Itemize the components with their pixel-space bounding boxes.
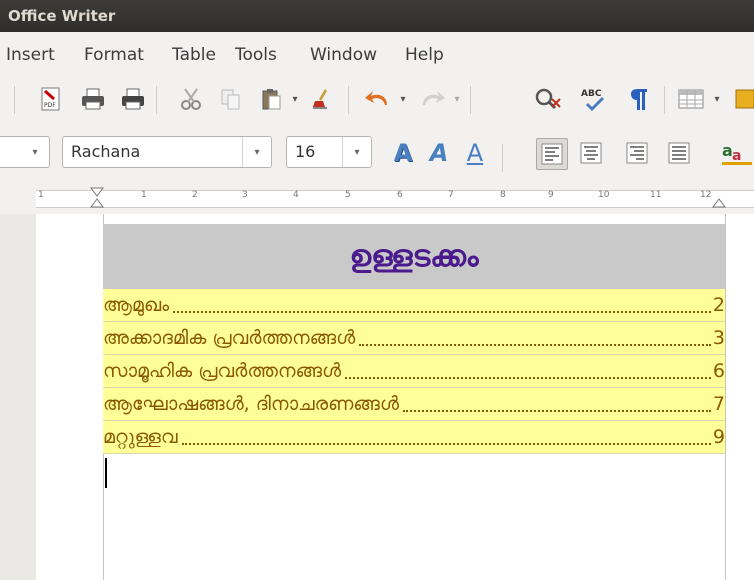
chevron-down-icon[interactable]: ▾ <box>342 137 371 167</box>
svg-text:a: a <box>732 148 741 164</box>
print-preview-icon[interactable] <box>118 84 148 114</box>
paste-icon[interactable] <box>256 84 286 114</box>
toolbar-separator <box>470 86 471 114</box>
pdf-icon[interactable]: PDF <box>36 84 66 114</box>
copy-icon[interactable] <box>216 84 246 114</box>
font-name-combo[interactable]: Rachana ▾ <box>62 136 272 168</box>
toc-entry[interactable]: സാമൂഹിക പ്രവർത്തനങ്ങൾ 6 <box>103 355 725 388</box>
toc-entry[interactable]: മറ്റുള്ളവ 9 <box>103 421 725 454</box>
ruler-number: 9 <box>548 190 554 200</box>
font-size-value: 16 <box>295 142 316 161</box>
image-icon[interactable] <box>734 84 754 114</box>
title-bar: Office Writer <box>0 0 754 32</box>
toc-leader-dots <box>173 297 711 313</box>
window-title: Office Writer <box>8 7 116 25</box>
document-area[interactable]: ഉള്ളടക്കം ആമുഖം 2 അക്കാദമിക പ്രവർത്തനങ്ങ… <box>0 214 754 580</box>
toc-entry-page: 2 <box>712 294 725 316</box>
toc-entry-label: സാമൂഹിക പ്രവർത്തനങ്ങൾ <box>103 360 344 382</box>
table-icon[interactable] <box>676 84 706 114</box>
toolbar-separator <box>14 86 15 114</box>
menu-window[interactable]: Window <box>310 45 377 65</box>
toc-entry-label: അക്കാദമിക പ്രവർത്തനങ്ങൾ <box>103 327 358 349</box>
table-of-contents[interactable]: ആമുഖം 2 അക്കാദമിക പ്രവർത്തനങ്ങൾ 3 സാമൂഹി… <box>103 289 725 454</box>
align-right-icon[interactable] <box>622 138 652 168</box>
ruler-number: 1 <box>38 190 44 200</box>
toc-entry[interactable]: ആമുഖം 2 <box>103 289 725 322</box>
toc-heading[interactable]: ഉള്ളടക്കം <box>103 224 725 289</box>
ruler-number: 1 <box>141 190 147 200</box>
toolbar-separator <box>664 86 665 114</box>
menu-tools[interactable]: Tools <box>235 45 277 65</box>
dropdown-arrow-icon[interactable]: ▾ <box>286 84 304 114</box>
toc-leader-dots <box>181 429 711 445</box>
toc-entry-page: 6 <box>712 360 725 382</box>
toc-leader-dots <box>345 363 711 379</box>
ruler-number: 5 <box>345 190 351 200</box>
spellcheck-icon[interactable]: ABC <box>578 84 608 114</box>
pilcrow-icon[interactable] <box>624 84 654 114</box>
chevron-down-icon[interactable]: ▾ <box>242 137 271 167</box>
italic-button[interactable]: A <box>424 138 454 168</box>
toc-entry-label: ആഘോഷങ്ങൾ, ദിനാചരണങ്ങൾ <box>103 393 401 415</box>
ruler-number: 11 <box>650 190 662 200</box>
menu-bar: Insert Format Table Tools Window Help <box>0 32 754 78</box>
undo-icon[interactable] <box>362 84 392 114</box>
ruler-number: 2 <box>192 190 198 200</box>
font-color-icon[interactable]: aa <box>722 138 752 168</box>
toc-entry[interactable]: ആഘോഷങ്ങൾ, ദിനാചരണങ്ങൾ 7 <box>103 388 725 421</box>
standard-toolbar: PDF ▾ ▾ ▾ ABC ▾ <box>0 78 754 124</box>
toc-entry-page: 3 <box>712 327 725 349</box>
menu-help[interactable]: Help <box>405 45 444 65</box>
toc-heading-text: ഉള്ളടക്കം <box>349 239 479 274</box>
menu-insert[interactable]: Insert <box>6 45 55 65</box>
align-center-icon[interactable] <box>576 138 606 168</box>
bold-button[interactable]: A <box>388 138 418 168</box>
toc-entry-label: ആമുഖം <box>103 294 172 316</box>
menu-table[interactable]: Table <box>172 45 216 65</box>
toolbar-separator <box>156 86 157 114</box>
toc-entry-label: മറ്റുള്ളവ <box>103 426 180 448</box>
ruler-number: 12 <box>700 190 712 200</box>
ruler-number: 8 <box>500 190 506 200</box>
menu-format[interactable]: Format <box>84 45 144 65</box>
font-name-value: Rachana <box>71 142 141 161</box>
right-indent-marker-icon[interactable] <box>712 187 726 209</box>
formatting-toolbar: ▾ Rachana ▾ 16 ▾ A A A aa <box>0 124 754 182</box>
redo-icon[interactable] <box>418 84 448 114</box>
text-cursor <box>105 458 107 488</box>
ruler-number: 3 <box>242 190 248 200</box>
toc-leader-dots <box>402 396 711 412</box>
dropdown-arrow-icon[interactable]: ▾ <box>708 84 726 114</box>
toc-entry-page: 7 <box>712 393 725 415</box>
ruler-number: 6 <box>397 190 403 200</box>
toolbar-separator <box>348 86 349 114</box>
font-size-combo[interactable]: 16 ▾ <box>286 136 372 168</box>
indent-marker-icon[interactable] <box>90 187 104 209</box>
print-icon[interactable] <box>78 84 108 114</box>
chevron-down-icon[interactable]: ▾ <box>21 137 49 167</box>
ruler-number: 7 <box>448 190 454 200</box>
page-margin-right <box>725 214 726 580</box>
dropdown-arrow-icon[interactable]: ▾ <box>394 84 412 114</box>
toolbar-separator <box>502 144 503 172</box>
ruler-number: 10 <box>598 190 610 200</box>
find-icon[interactable] <box>534 84 564 114</box>
toc-leader-dots <box>359 330 711 346</box>
justify-icon[interactable] <box>664 138 694 168</box>
horizontal-ruler[interactable]: 1 1 2 3 4 5 6 7 8 9 10 11 12 <box>0 182 754 214</box>
ruler-strip: 1 1 2 3 4 5 6 7 8 9 10 11 12 <box>36 187 754 209</box>
svg-text:PDF: PDF <box>44 102 56 109</box>
align-left-icon[interactable] <box>536 138 568 170</box>
svg-text:ABC: ABC <box>581 89 602 99</box>
paragraph-style-combo[interactable]: ▾ <box>0 136 50 168</box>
toc-entry[interactable]: അക്കാദമിക പ്രവർത്തനങ്ങൾ 3 <box>103 322 725 355</box>
clone-format-icon[interactable] <box>308 84 338 114</box>
cut-icon[interactable] <box>176 84 206 114</box>
ruler-number: 4 <box>293 190 299 200</box>
dropdown-arrow-icon[interactable]: ▾ <box>448 84 466 114</box>
toc-entry-page: 9 <box>712 426 725 448</box>
underline-button[interactable]: A <box>460 138 490 168</box>
